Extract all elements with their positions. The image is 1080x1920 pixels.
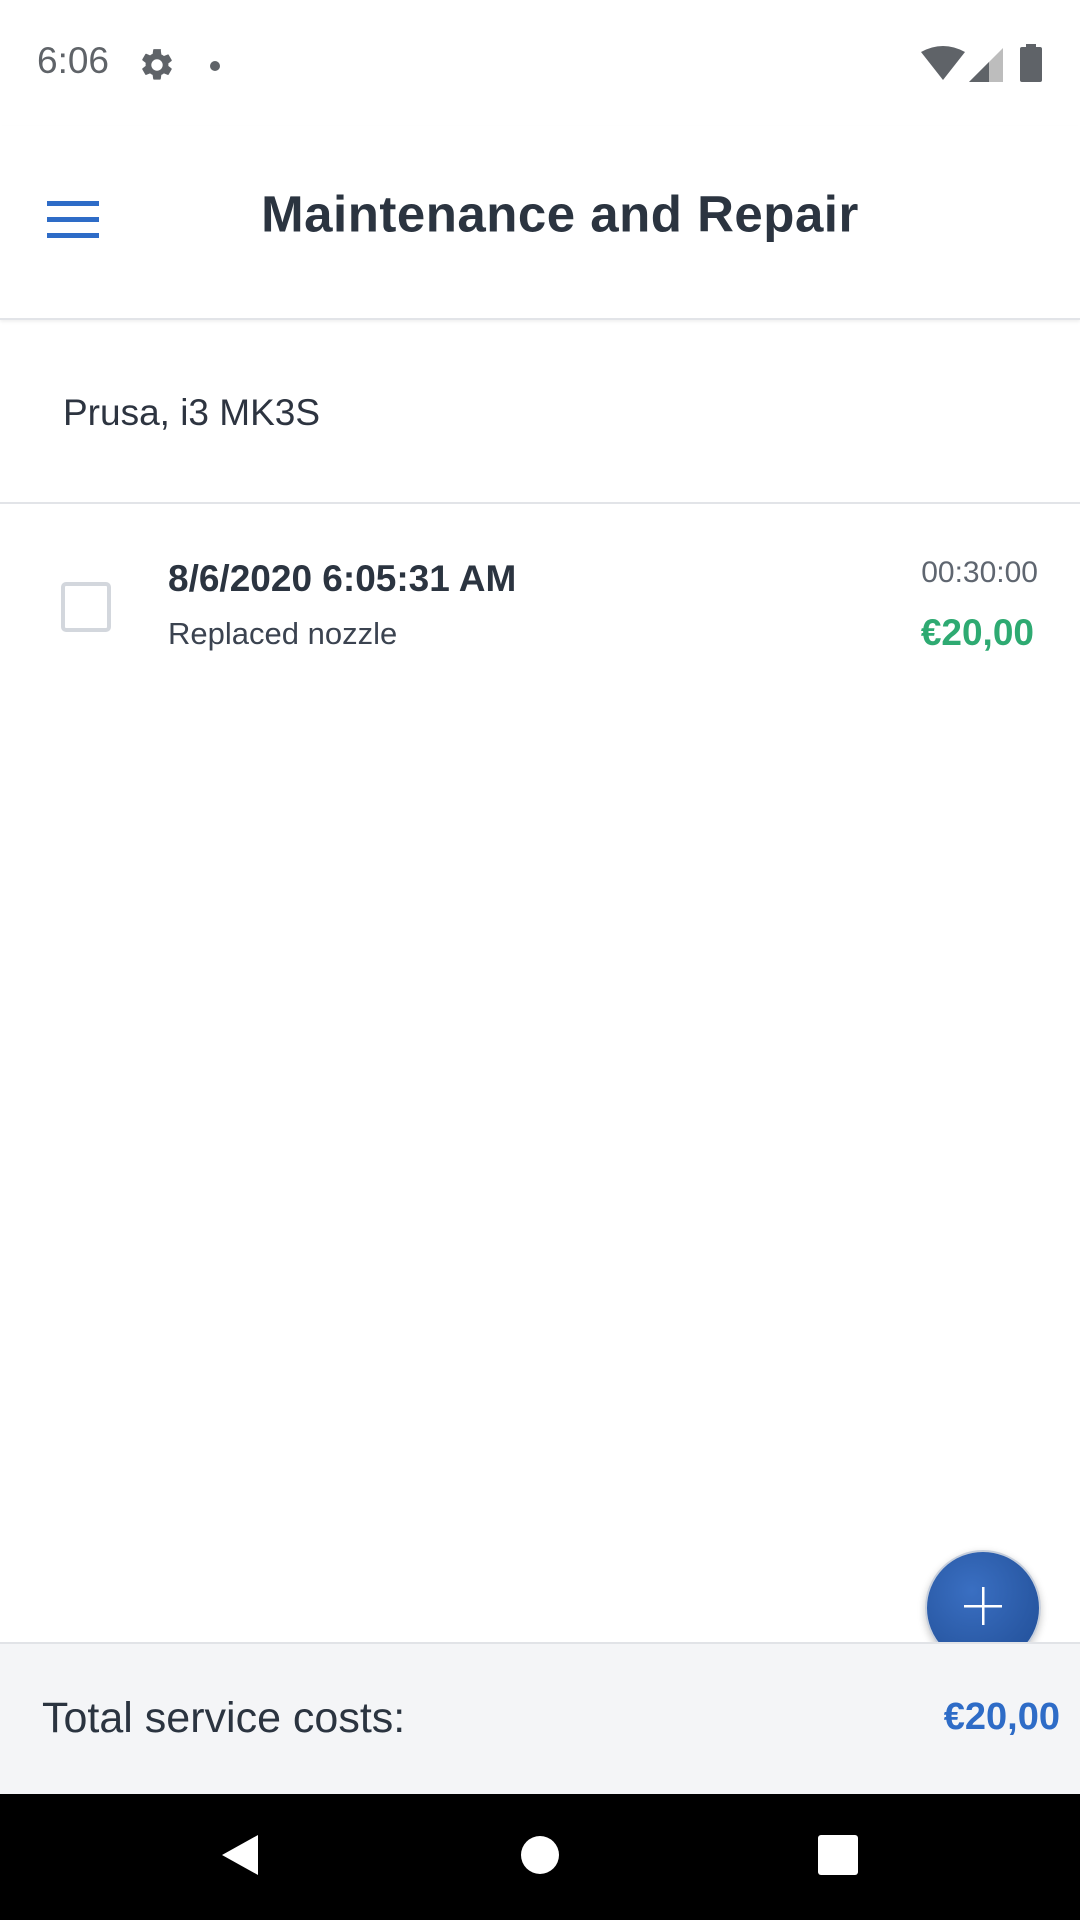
service-entry[interactable]: 8/6/2020 6:05:31 AM Replaced nozzle 00:3…	[0, 504, 1080, 704]
entry-date: 8/6/2020 6:05:31 AM	[168, 558, 517, 599]
entry-checkbox[interactable]	[61, 582, 111, 632]
back-button[interactable]	[160, 1794, 320, 1920]
settings-icon	[138, 46, 176, 89]
entry-duration: 00:30:00	[921, 556, 1038, 589]
total-value: €20,00	[943, 1696, 1060, 1738]
status-bar: 6:06	[0, 0, 1080, 126]
home-button[interactable]	[460, 1794, 620, 1920]
device-name: Prusa, i3 MK3S	[63, 392, 321, 433]
system-nav-bar	[0, 1794, 1080, 1920]
total-footer: Total service costs: €20,00	[0, 1642, 1080, 1796]
recents-icon	[817, 1834, 859, 1881]
wifi-icon	[921, 46, 965, 87]
cell-signal-icon	[969, 48, 1003, 87]
total-label: Total service costs:	[42, 1694, 406, 1742]
page-title: Maintenance and Repair	[261, 185, 859, 243]
entry-description: Replaced nozzle	[168, 616, 398, 651]
app-bar: Maintenance and Repair	[0, 126, 1080, 320]
status-time: 6:06	[37, 40, 110, 81]
notification-dot-icon	[209, 59, 221, 77]
plus-icon	[961, 1584, 1005, 1633]
entry-cost: €20,00	[920, 612, 1034, 653]
back-icon	[218, 1831, 262, 1884]
device-header: Prusa, i3 MK3S	[0, 320, 1080, 504]
home-icon	[520, 1835, 560, 1880]
battery-icon	[1020, 44, 1042, 87]
recents-button[interactable]	[758, 1794, 918, 1920]
